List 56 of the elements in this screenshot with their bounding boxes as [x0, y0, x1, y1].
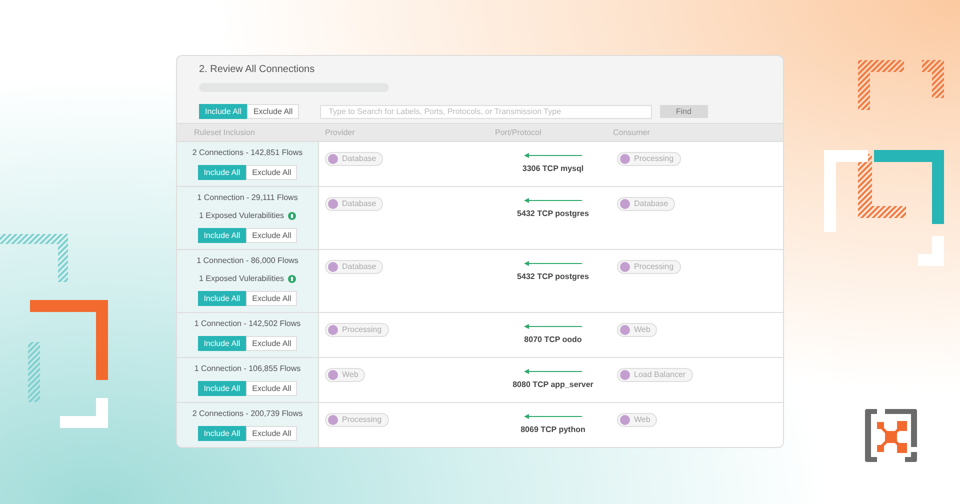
connection-summary: 1 Connection - 86,000 Flows	[196, 255, 298, 267]
find-button[interactable]: Find	[660, 105, 708, 118]
vulnerability-text: 1 Exposed Vulerabilities	[198, 273, 284, 285]
toggle-button[interactable]: Exclude All	[246, 381, 298, 396]
vulnerability-text: 1 Exposed Vulerabilities	[198, 210, 284, 222]
column-header: Port/Protocol	[494, 126, 542, 138]
toggle-button[interactable]: Include All	[198, 165, 246, 180]
connection-summary: 2 Connections - 142,851 Flows	[192, 147, 303, 159]
label-tag: Database	[325, 197, 384, 211]
port-protocol: 3306 TCP mysql	[522, 163, 584, 175]
port-protocol: 5432 TCP postgres	[517, 271, 589, 283]
toggle-button[interactable]: Exclude All	[246, 336, 298, 351]
label-tag: Database	[325, 152, 384, 166]
port-protocol: 5432 TCP postgres	[517, 208, 589, 220]
label-tag: Processing	[325, 323, 389, 337]
port-protocol: 8080 TCP app_server	[512, 379, 594, 391]
toggle-button[interactable]: Exclude All	[246, 426, 298, 441]
connection-summary: 2 Connections - 200,739 Flows	[192, 408, 303, 420]
toggle-button[interactable]: Exclude All	[246, 228, 298, 243]
arrow-icon	[524, 153, 582, 158]
toggle-button[interactable]: Include All	[198, 228, 246, 243]
column-header: Consumer	[612, 126, 650, 138]
arrow-icon	[524, 261, 582, 266]
toggle-button[interactable]: Include All	[198, 426, 246, 441]
toggle-button[interactable]: Include All	[198, 381, 246, 396]
label-tag: Web	[617, 323, 658, 337]
panel-title: 2. Review All Connections	[199, 63, 316, 77]
toggle-button[interactable]: Include All	[198, 336, 246, 351]
label-tag: Processing	[617, 260, 681, 274]
label-tag: Database	[617, 197, 676, 211]
toggle-button[interactable]: Include All	[198, 291, 246, 306]
port-protocol: 8069 TCP python	[520, 424, 586, 436]
info-icon	[288, 275, 296, 283]
connection-summary: 1 Connection - 106,855 Flows	[194, 363, 301, 375]
toggle-button[interactable]: Include All	[199, 104, 248, 119]
toggle-button[interactable]: Exclude All	[246, 165, 298, 180]
arrow-icon	[524, 324, 582, 329]
toggle-button[interactable]: Exclude All	[247, 104, 299, 119]
search-field[interactable]: Type to Search for Labels, Ports, Protocols, or Transmission Type	[320, 104, 652, 118]
label-tag: Database	[325, 260, 384, 274]
port-protocol: 8070 TCP oodo	[524, 334, 582, 346]
arrow-icon	[524, 198, 582, 203]
connection-summary: 1 Connection - 142,502 Flows	[194, 318, 301, 330]
arrow-icon	[524, 414, 582, 419]
column-header: Ruleset Inclusion	[193, 126, 256, 138]
connection-summary: 1 Connection - 29,111 Flows	[197, 192, 298, 204]
arrow-icon	[524, 369, 582, 374]
toggle-button[interactable]: Exclude All	[246, 291, 298, 306]
info-icon	[288, 212, 296, 220]
logo-icon	[863, 407, 919, 464]
column-header: Provider	[324, 126, 356, 138]
label-tag: Processing	[325, 413, 389, 427]
label-tag: Web	[617, 413, 658, 427]
label-tag: Web	[325, 368, 366, 382]
label-tag: Processing	[617, 152, 681, 166]
label-tag: Load Balancer	[617, 368, 693, 382]
